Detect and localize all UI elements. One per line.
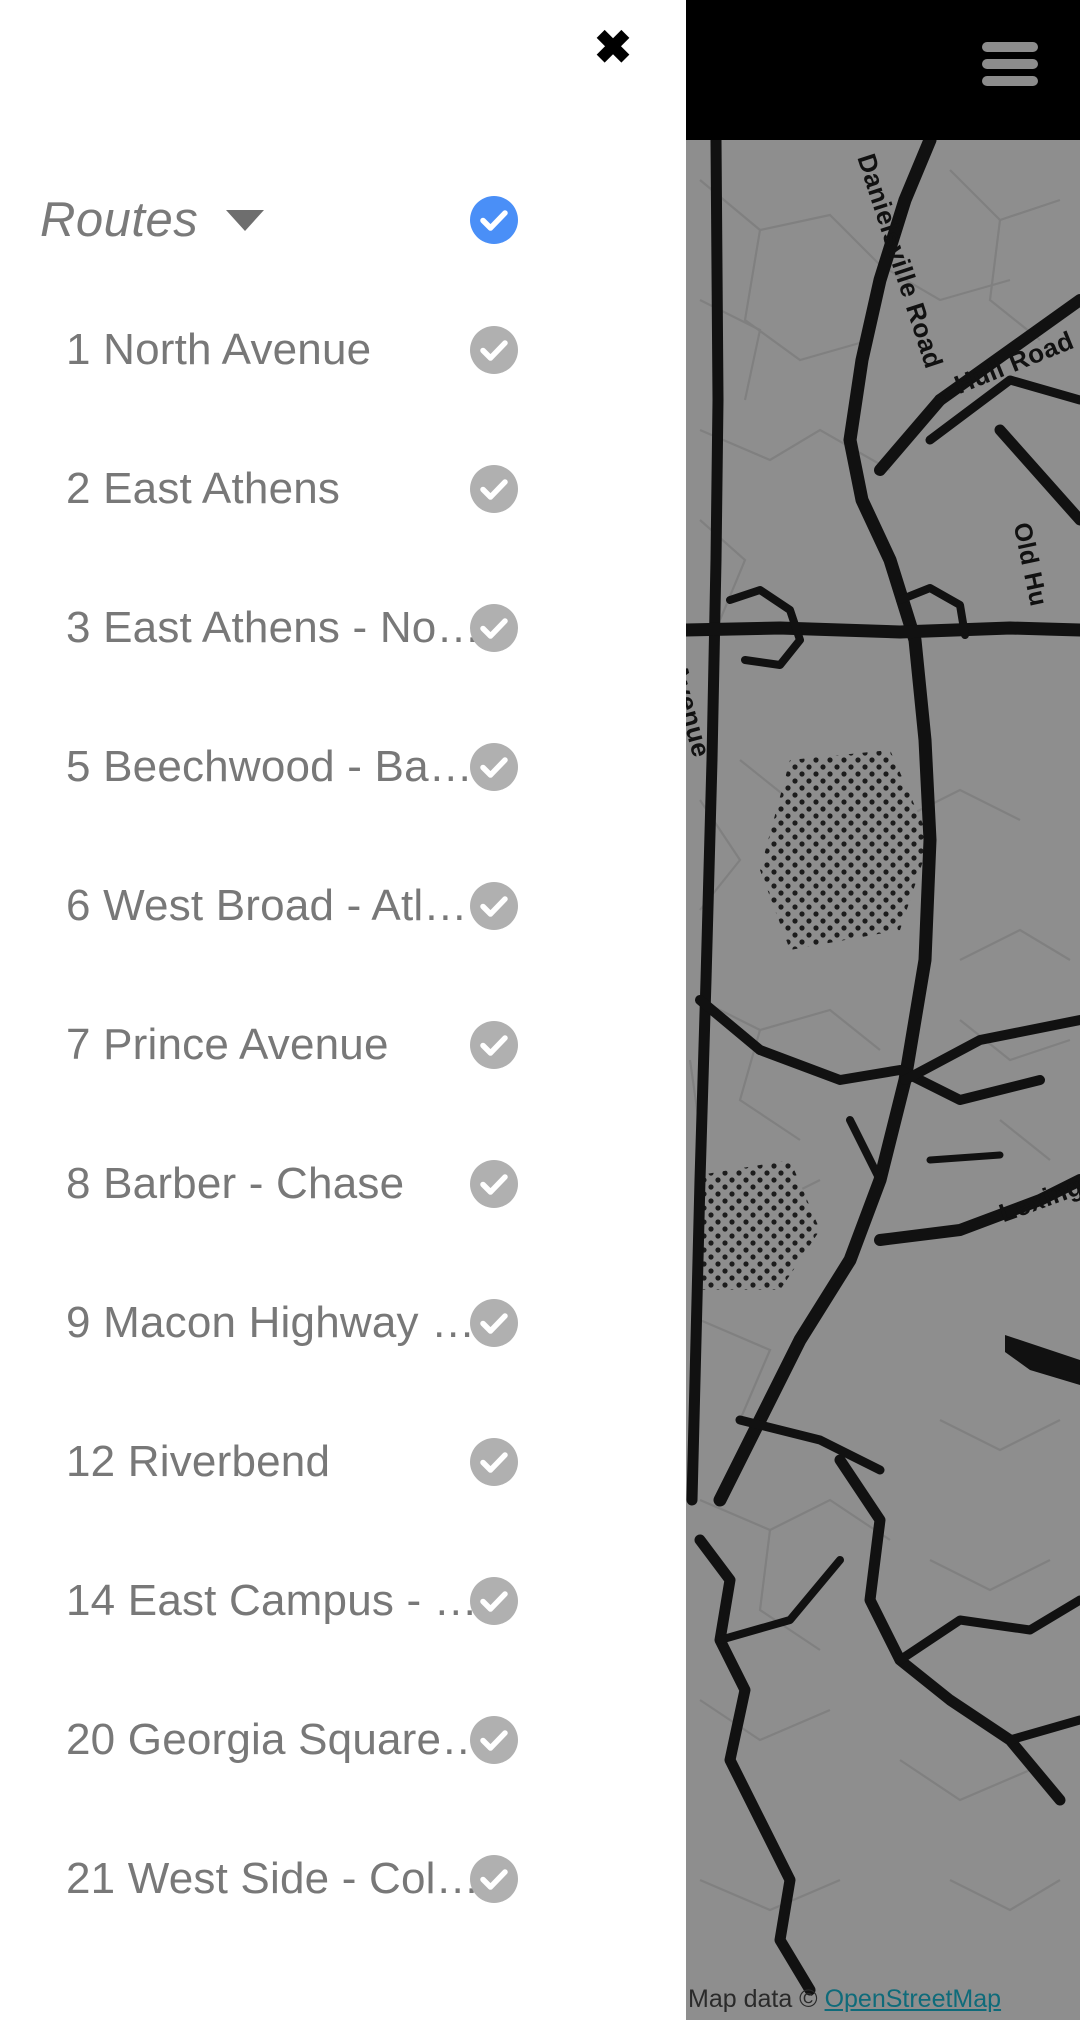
hamburger-bar-3 bbox=[982, 76, 1038, 86]
route-check-icon[interactable] bbox=[470, 881, 518, 930]
app-root: Danielsville Road Hull Road Old Hu Avenu… bbox=[0, 0, 1080, 2020]
route-row[interactable]: 14 East Campus - … bbox=[0, 1531, 686, 1670]
route-row[interactable]: 5 Beechwood - Ba… bbox=[0, 697, 686, 836]
route-label: 3 East Athens - No… bbox=[66, 602, 481, 652]
route-toggle-slot bbox=[470, 1854, 518, 1903]
route-row[interactable]: 20 Georgia Square… bbox=[0, 1670, 686, 1809]
routes-group-check-icon[interactable] bbox=[470, 196, 518, 244]
hamburger-menu-icon[interactable] bbox=[982, 42, 1038, 86]
route-toggle-slot bbox=[470, 881, 518, 930]
route-toggle-slot bbox=[470, 1715, 518, 1764]
route-check-icon[interactable] bbox=[470, 1298, 518, 1347]
route-row[interactable]: 9 Macon Highway … bbox=[0, 1253, 686, 1392]
route-row[interactable]: 8 Barber - Chase bbox=[0, 1114, 686, 1253]
route-toggle-slot bbox=[470, 325, 518, 374]
route-toggle-slot bbox=[470, 1020, 518, 1069]
route-row[interactable]: 2 East Athens bbox=[0, 419, 686, 558]
route-check-icon[interactable] bbox=[470, 603, 518, 652]
route-label: 7 Prince Avenue bbox=[66, 1019, 389, 1069]
route-check-icon[interactable] bbox=[470, 1159, 518, 1208]
route-label: 6 West Broad - Atl… bbox=[66, 880, 468, 930]
route-row[interactable]: 6 West Broad - Atl… bbox=[0, 836, 686, 975]
top-app-bar bbox=[686, 0, 1080, 140]
route-check-icon[interactable] bbox=[470, 1576, 518, 1625]
route-row[interactable]: 1 North Avenue bbox=[0, 280, 686, 419]
hamburger-bar-2 bbox=[982, 59, 1038, 69]
route-label: 2 East Athens bbox=[66, 463, 341, 513]
hamburger-bar-1 bbox=[982, 42, 1038, 52]
route-row[interactable]: 12 Riverbend bbox=[0, 1392, 686, 1531]
route-label: 9 Macon Highway … bbox=[66, 1297, 476, 1347]
close-icon[interactable]: ✖ bbox=[580, 14, 646, 80]
route-toggle-slot bbox=[470, 742, 518, 791]
route-label: 5 Beechwood - Ba… bbox=[66, 741, 473, 791]
route-check-icon[interactable] bbox=[470, 325, 518, 374]
route-label: 21 West Side - Col… bbox=[66, 1853, 480, 1903]
routes-group-header[interactable]: Routes bbox=[0, 160, 686, 280]
route-label: 8 Barber - Chase bbox=[66, 1158, 405, 1208]
routes-group-toggle-slot bbox=[470, 196, 518, 244]
route-check-icon[interactable] bbox=[470, 1715, 518, 1764]
route-check-icon[interactable] bbox=[470, 1437, 518, 1486]
route-row[interactable]: 21 West Side - Col… bbox=[0, 1809, 686, 1948]
route-toggle-slot bbox=[470, 603, 518, 652]
route-label: 20 Georgia Square… bbox=[66, 1714, 486, 1764]
route-check-icon[interactable] bbox=[470, 1854, 518, 1903]
chevron-down-icon[interactable] bbox=[226, 209, 265, 231]
route-label: 12 Riverbend bbox=[66, 1436, 331, 1486]
routes-list: Routes 1 North Avenue 2 East Athens 3 Ea… bbox=[0, 160, 686, 1948]
route-toggle-slot bbox=[470, 1437, 518, 1486]
route-check-icon[interactable] bbox=[470, 742, 518, 791]
map-attribution: Map data © OpenStreetMap bbox=[688, 1985, 1001, 2014]
route-check-icon[interactable] bbox=[470, 1020, 518, 1069]
route-check-icon[interactable] bbox=[470, 464, 518, 513]
attribution-prefix: Map data © bbox=[688, 1985, 825, 2013]
route-toggle-slot bbox=[470, 464, 518, 513]
routes-group-title: Routes bbox=[40, 193, 199, 247]
route-toggle-slot bbox=[470, 1159, 518, 1208]
route-label: 14 East Campus - … bbox=[66, 1575, 478, 1625]
route-toggle-slot bbox=[470, 1576, 518, 1625]
route-toggle-slot bbox=[470, 1298, 518, 1347]
route-label: 1 North Avenue bbox=[66, 324, 372, 374]
route-row[interactable]: 7 Prince Avenue bbox=[0, 975, 686, 1114]
openstreetmap-link[interactable]: OpenStreetMap bbox=[825, 1985, 1002, 2013]
routes-panel: ✖ Routes 1 North Avenue 2 East Athens 3 … bbox=[0, 0, 686, 2020]
route-row[interactable]: 3 East Athens - No… bbox=[0, 558, 686, 697]
